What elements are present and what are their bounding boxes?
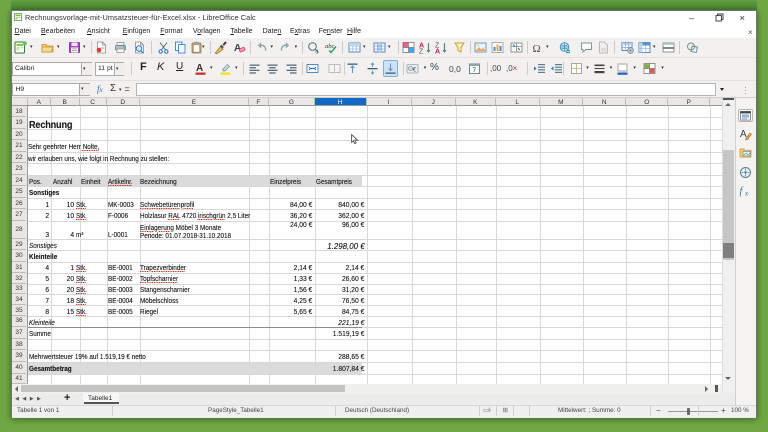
svg-text:Z: Z <box>419 48 424 55</box>
svg-text:Ω: Ω <box>532 43 540 55</box>
svg-text:A: A <box>435 48 440 55</box>
svg-text:x: x <box>744 190 749 198</box>
svg-text:d: d <box>315 49 318 55</box>
svg-text:A: A <box>196 63 203 74</box>
svg-text:7: 7 <box>473 67 477 74</box>
svg-text:f: f <box>740 186 744 197</box>
